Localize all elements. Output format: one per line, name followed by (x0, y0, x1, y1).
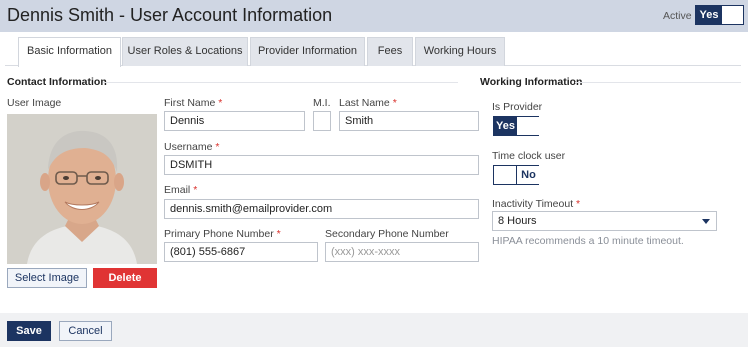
is-provider-toggle[interactable]: Yes (493, 116, 540, 136)
is-provider-yes: Yes (494, 117, 517, 135)
cancel-button[interactable]: Cancel (59, 321, 112, 341)
inactivity-timeout-select[interactable]: 8 Hours (492, 211, 717, 231)
contact-section-title: Contact Information (7, 76, 107, 88)
hipaa-hint: HIPAA recommends a 10 minute timeout. (492, 235, 684, 247)
tab-user-roles-locations[interactable]: User Roles & Locations (122, 37, 248, 66)
primary-phone-field[interactable]: (801) 555-6867 (164, 242, 318, 262)
select-image-button[interactable]: Select Image (7, 268, 87, 288)
tab-provider-information[interactable]: Provider Information (250, 37, 365, 66)
email-label: Email * (164, 184, 198, 196)
first-name-field[interactable]: Dennis (164, 111, 305, 131)
secondary-phone-label: Secondary Phone Number (325, 228, 449, 240)
secondary-phone-field[interactable]: (xxx) xxx-xxxx (325, 242, 479, 262)
page-title: Dennis Smith - User Account Information (7, 5, 333, 25)
middle-initial-field[interactable] (313, 111, 331, 131)
time-clock-toggle[interactable]: No (493, 165, 540, 185)
is-provider-off-segment (517, 117, 540, 135)
active-toggle-yes: Yes (696, 6, 722, 24)
user-image-label: User Image (7, 97, 62, 109)
delete-image-button[interactable]: Delete (93, 268, 157, 288)
tab-basic-information[interactable]: Basic Information (18, 37, 121, 67)
active-label: Active (663, 10, 692, 22)
username-label: Username * (164, 141, 220, 153)
save-button[interactable]: Save (7, 321, 51, 341)
contact-section-rule (103, 82, 458, 83)
mi-label: M.I. (313, 97, 331, 109)
inactivity-timeout-label: Inactivity Timeout * (492, 198, 581, 210)
working-section-title: Working Information (480, 76, 583, 88)
primary-phone-label: Primary Phone Number * (164, 228, 281, 240)
time-clock-label: Time clock user (492, 150, 566, 162)
user-photo (7, 114, 157, 264)
working-section-rule (575, 82, 741, 83)
tab-fees[interactable]: Fees (367, 37, 413, 66)
inactivity-timeout-value: 8 Hours (498, 215, 537, 227)
footer-bar (0, 313, 748, 347)
tab-working-hours[interactable]: Working Hours (415, 37, 505, 66)
first-name-label: First Name * (164, 97, 223, 109)
user-portrait-image (7, 114, 157, 264)
active-toggle[interactable]: Yes (695, 5, 744, 25)
time-clock-on-segment (494, 166, 517, 184)
time-clock-no: No (517, 166, 540, 184)
email-field[interactable]: dennis.smith@emailprovider.com (164, 199, 479, 219)
last-name-field[interactable]: Smith (339, 111, 479, 131)
last-name-label: Last Name * (339, 97, 397, 109)
is-provider-label: Is Provider (492, 101, 543, 113)
username-field[interactable]: DSMITH (164, 155, 479, 175)
chevron-down-icon (702, 219, 710, 224)
